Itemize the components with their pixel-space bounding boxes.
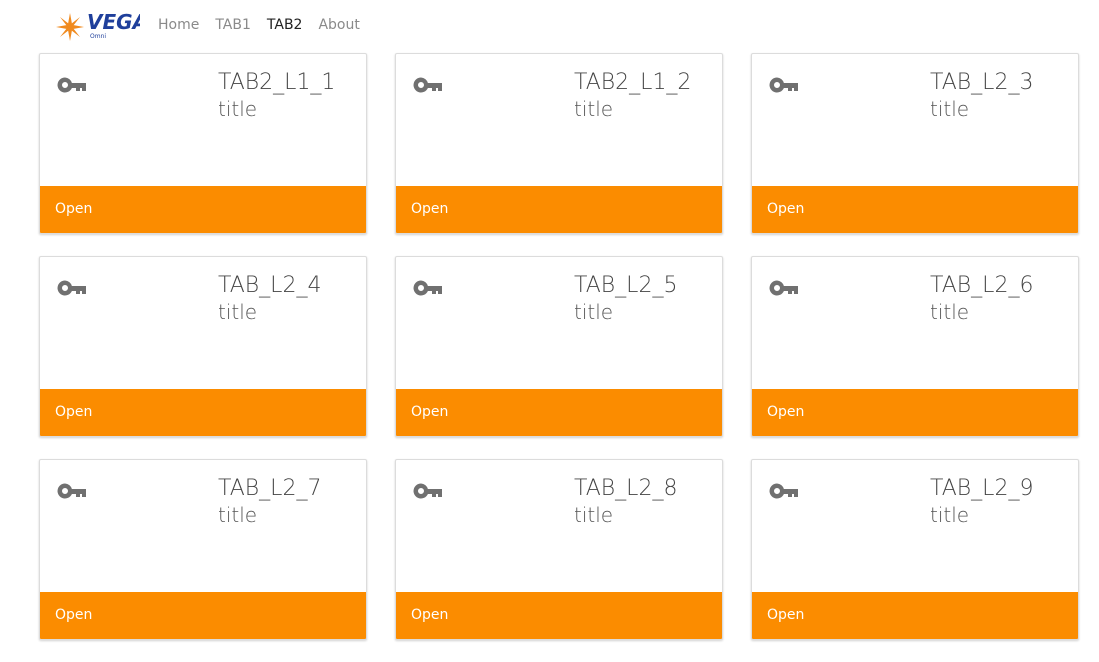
tile-card: TAB_L2_6 title Open xyxy=(751,256,1079,437)
card-title: TAB_L2_4 xyxy=(218,273,322,298)
key-icon xyxy=(56,482,90,500)
open-button[interactable]: Open xyxy=(752,186,1078,233)
open-button-label: Open xyxy=(411,201,449,217)
tile-card: TAB2_L1_1 title Open xyxy=(39,53,367,234)
key-icon xyxy=(768,482,802,500)
open-button-label: Open xyxy=(767,607,805,623)
tile-card: TAB_L2_9 title Open xyxy=(751,459,1079,640)
vega-omni-logo[interactable]: VEGA Omni xyxy=(56,8,140,44)
open-button[interactable]: Open xyxy=(752,592,1078,639)
key-icon xyxy=(412,482,446,500)
open-button[interactable]: Open xyxy=(396,186,722,233)
top-navbar: VEGA Omni Home TAB1 TAB2 About xyxy=(0,0,1099,50)
open-button[interactable]: Open xyxy=(396,389,722,436)
key-icon xyxy=(56,279,90,297)
card-subtitle: title xyxy=(930,300,970,324)
nav-link-home[interactable]: Home xyxy=(158,16,199,34)
card-title: TAB2_L1_1 xyxy=(218,70,336,95)
card-title: TAB_L2_6 xyxy=(930,273,1034,298)
card-title: TAB_L2_7 xyxy=(218,476,322,501)
open-button-label: Open xyxy=(55,404,93,420)
open-button[interactable]: Open xyxy=(40,592,366,639)
open-button[interactable]: Open xyxy=(40,186,366,233)
card-subtitle: title xyxy=(574,97,614,121)
tile-card: TAB_L2_5 title Open xyxy=(395,256,723,437)
card-subtitle: title xyxy=(218,503,258,527)
logo-text: VEGA xyxy=(87,10,140,34)
nav-link-tab2[interactable]: TAB2 xyxy=(267,16,303,34)
card-title: TAB_L2_3 xyxy=(930,70,1034,95)
card-subtitle: title xyxy=(574,503,614,527)
tile-card: TAB2_L1_2 title Open xyxy=(395,53,723,234)
card-subtitle: title xyxy=(930,97,970,121)
tile-card: TAB_L2_8 title Open xyxy=(395,459,723,640)
key-icon xyxy=(412,279,446,297)
open-button[interactable]: Open xyxy=(40,389,366,436)
card-grid: TAB2_L1_1 title Open TAB2_L1_2 title Ope… xyxy=(39,53,1079,640)
card-title: TAB_L2_9 xyxy=(930,476,1034,501)
key-icon xyxy=(56,76,90,94)
card-subtitle: title xyxy=(218,97,258,121)
key-icon xyxy=(768,76,802,94)
open-button-label: Open xyxy=(411,404,449,420)
nav-links: Home TAB1 TAB2 About xyxy=(158,16,376,34)
open-button[interactable]: Open xyxy=(396,592,722,639)
card-subtitle: title xyxy=(930,503,970,527)
tile-card: TAB_L2_7 title Open xyxy=(39,459,367,640)
nav-link-about[interactable]: About xyxy=(318,16,359,34)
open-button-label: Open xyxy=(767,404,805,420)
key-icon xyxy=(412,76,446,94)
vega-logo-image: VEGA Omni xyxy=(56,10,140,41)
card-title: TAB_L2_5 xyxy=(574,273,678,298)
logo-subtext: Omni xyxy=(90,33,106,40)
open-button[interactable]: Open xyxy=(752,389,1078,436)
open-button-label: Open xyxy=(411,607,449,623)
card-title: TAB_L2_8 xyxy=(574,476,678,501)
tile-card: TAB_L2_4 title Open xyxy=(39,256,367,437)
card-subtitle: title xyxy=(574,300,614,324)
tile-card: TAB_L2_3 title Open xyxy=(751,53,1079,234)
card-subtitle: title xyxy=(218,300,258,324)
open-button-label: Open xyxy=(55,607,93,623)
star-burst-icon xyxy=(56,13,84,41)
open-button-label: Open xyxy=(767,201,805,217)
key-icon xyxy=(768,279,802,297)
nav-link-tab1[interactable]: TAB1 xyxy=(215,16,251,34)
open-button-label: Open xyxy=(55,201,93,217)
card-title: TAB2_L1_2 xyxy=(574,70,692,95)
